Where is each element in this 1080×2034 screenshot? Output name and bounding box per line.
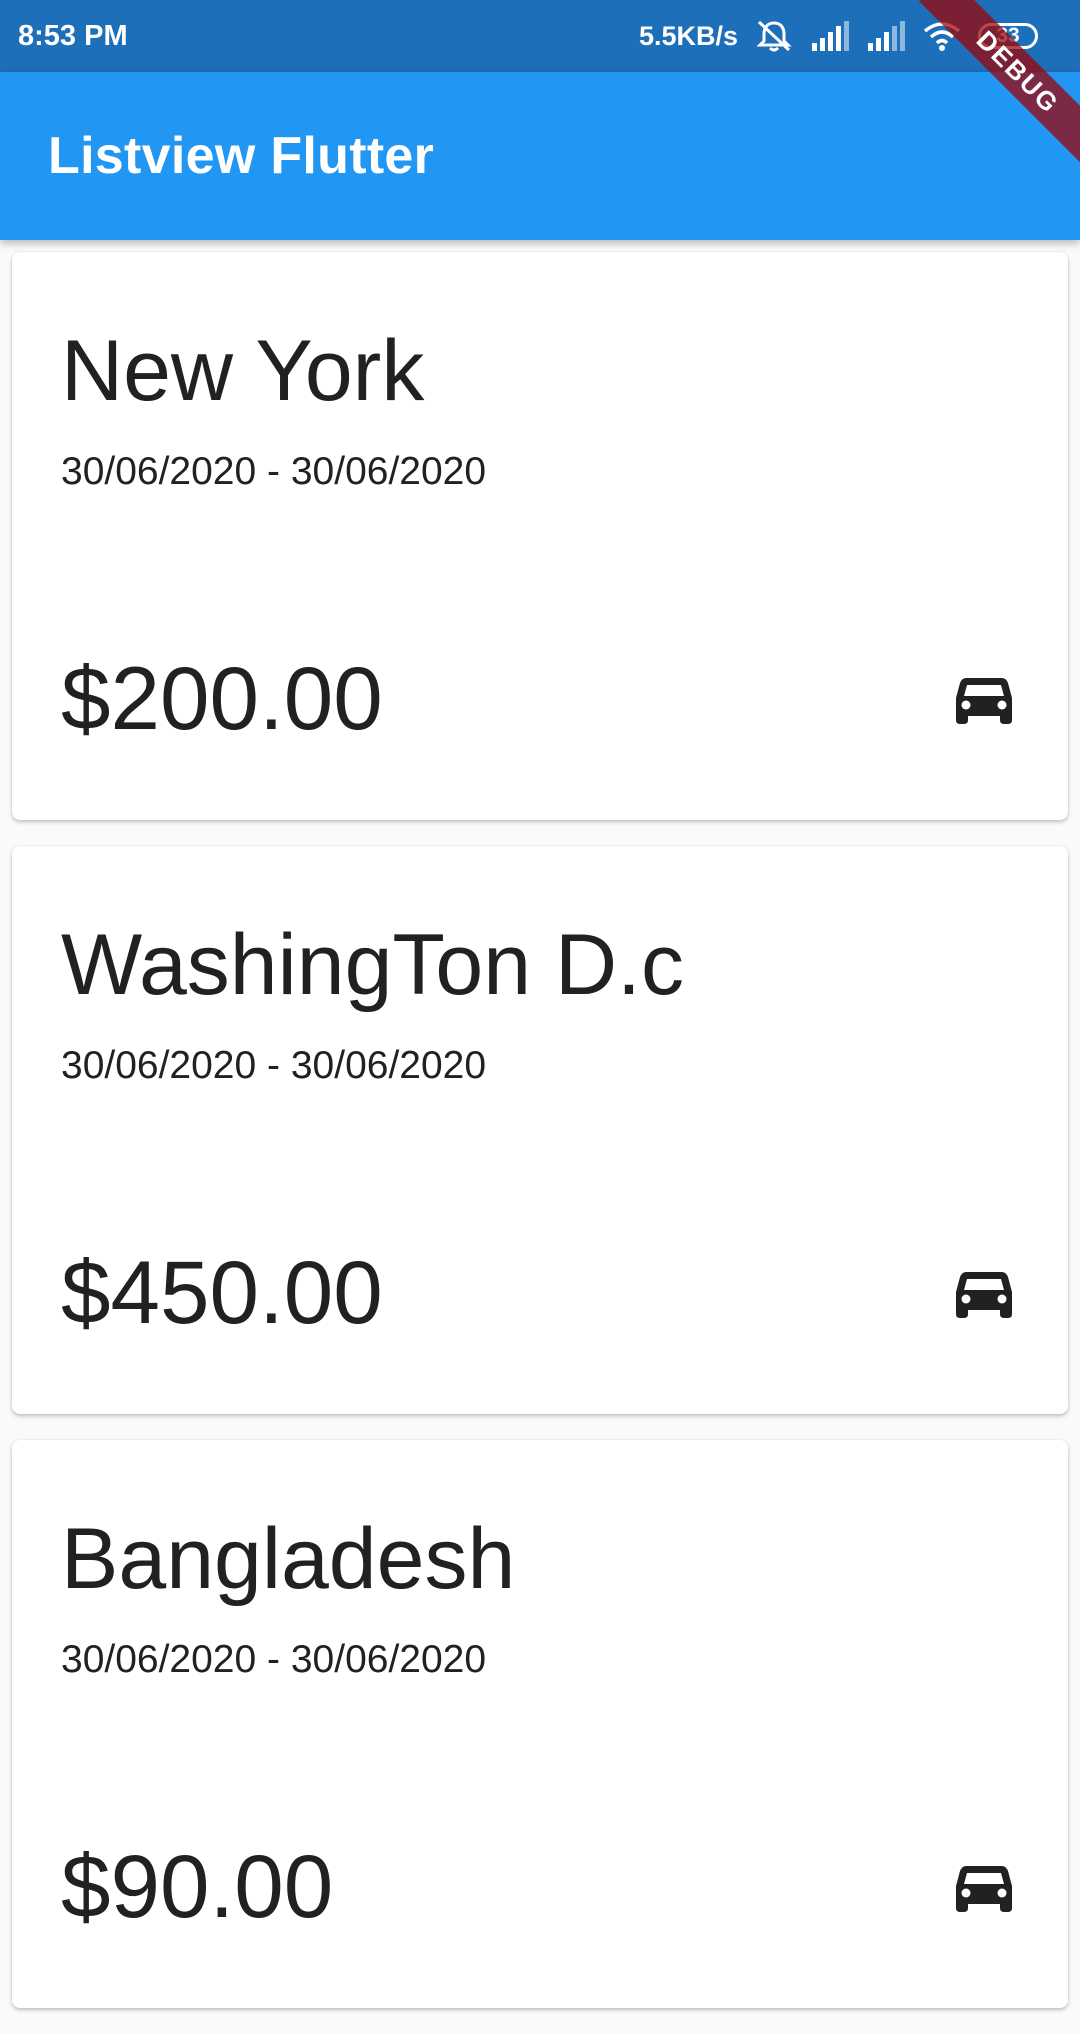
- trip-price: $90.00: [61, 1836, 334, 1936]
- trip-card[interactable]: New York 30/06/2020 - 30/06/2020 $200.00: [12, 252, 1068, 820]
- trip-price: $450.00: [61, 1242, 383, 1342]
- car-icon: [956, 1272, 1012, 1318]
- trip-price: $200.00: [61, 648, 383, 748]
- trip-city: WashingTon D.c: [61, 917, 684, 1013]
- trip-city: New York: [61, 323, 425, 419]
- trip-dates: 30/06/2020 - 30/06/2020: [61, 450, 487, 493]
- trip-dates: 30/06/2020 - 30/06/2020: [61, 1638, 487, 1681]
- trip-card[interactable]: Bangladesh 30/06/2020 - 30/06/2020 $90.0…: [12, 1440, 1068, 2008]
- trip-city: Bangladesh: [61, 1511, 516, 1607]
- trip-card[interactable]: WashingTon D.c 30/06/2020 - 30/06/2020 $…: [12, 846, 1068, 1414]
- debug-banner: DEBUG: [880, 0, 1080, 200]
- mute-bell-icon: [756, 20, 792, 52]
- trip-list[interactable]: New York 30/06/2020 - 30/06/2020 $200.00…: [12, 252, 1068, 2034]
- page-title: Listview Flutter: [48, 127, 435, 185]
- status-time: 8:53 PM: [18, 19, 128, 52]
- car-icon: [956, 678, 1012, 724]
- car-icon: [956, 1866, 1012, 1912]
- trip-dates: 30/06/2020 - 30/06/2020: [61, 1044, 487, 1087]
- network-speed: 5.5KB/s: [638, 20, 738, 51]
- debug-label: DEBUG: [919, 0, 1080, 171]
- signal-icon: [812, 21, 849, 51]
